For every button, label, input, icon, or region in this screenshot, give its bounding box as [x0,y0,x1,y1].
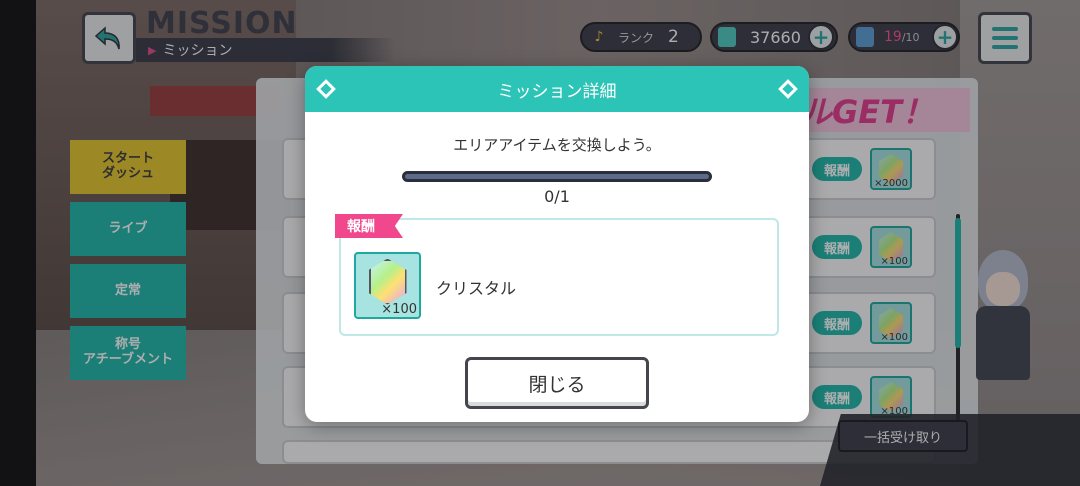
crystal-reward-icon: ×100 [354,252,421,319]
diamond-icon [778,79,798,99]
crystal-gem-icon [368,258,407,305]
progress-bar [402,171,712,182]
reward-name: クリスタル [436,279,517,298]
mission-description: エリアアイテムを交換しよう。 [453,136,661,154]
progress-text: 0/1 [544,187,570,206]
reward-qty: ×100 [381,302,417,317]
mission-detail-modal: ミッション詳細 エリアアイテムを交換しよう。 0/1 報酬 ×100 クリスタル… [305,66,809,422]
close-button[interactable]: 閉じる [465,357,649,409]
reward-ribbon: 報酬 [335,214,403,238]
modal-title: ミッション詳細 [497,81,617,102]
diamond-icon [316,79,336,99]
modal-header: ミッション詳細 [305,66,809,112]
